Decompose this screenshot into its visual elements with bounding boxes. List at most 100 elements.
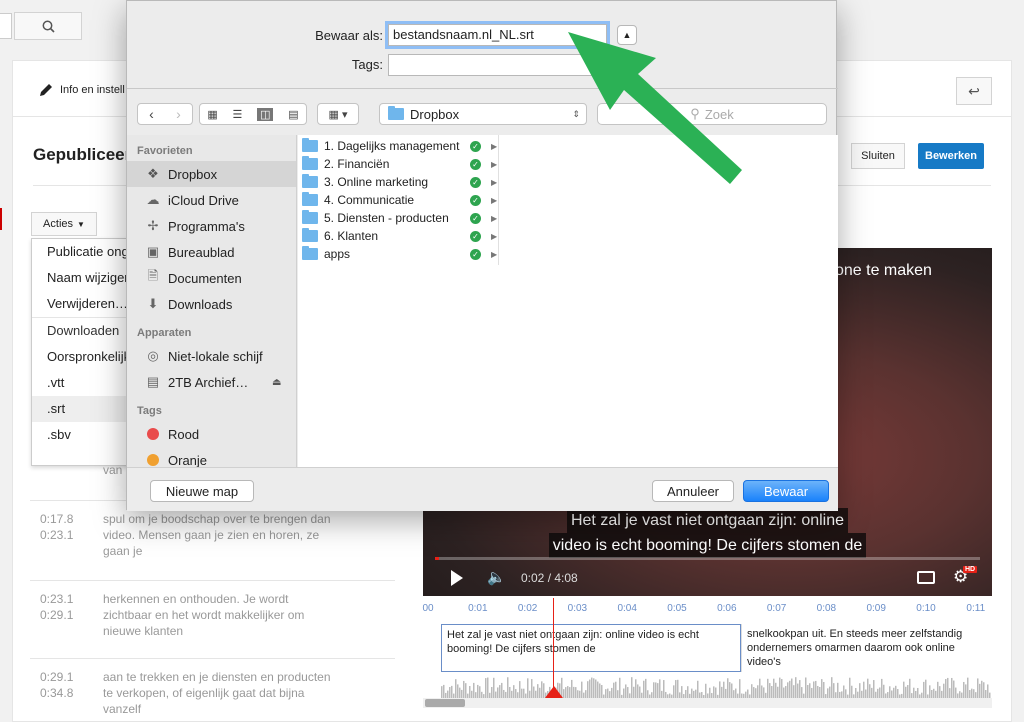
- waveform-bar: [571, 679, 573, 698]
- caption-block[interactable]: snelkookpan uit. En steeds meer zelfstan…: [741, 624, 992, 672]
- waveform-bar: [939, 686, 941, 698]
- subtitles-icon[interactable]: [917, 571, 935, 584]
- menu-item-original[interactable]: Oorspronkelijk: [32, 344, 130, 370]
- disclosure-icon: ▶: [491, 231, 498, 241]
- location-value: Dropbox: [410, 106, 460, 122]
- waveform-bar: [455, 679, 457, 698]
- subtitle-row[interactable]: 0:29.1 0:34.8 aan te trekken en je diens…: [30, 658, 395, 722]
- new-folder-button[interactable]: Nieuwe map: [150, 480, 254, 502]
- waveform-bar: [877, 688, 879, 698]
- waveform-bar: [597, 681, 599, 698]
- list-item[interactable]: apps ✓ ▶: [298, 245, 838, 263]
- sidebar-item-desktop[interactable]: ▣ Bureaublad: [127, 239, 296, 265]
- subtitle-row[interactable]: 0:17.8 0:23.1 spul om je boodschap over …: [30, 500, 395, 580]
- back-button[interactable]: ↩: [956, 77, 992, 105]
- back-chevron-icon[interactable]: ‹: [149, 106, 154, 122]
- waveform-bar: [909, 678, 911, 698]
- search-input[interactable]: [0, 13, 12, 39]
- applications-icon: ✢: [147, 218, 159, 233]
- eject-icon[interactable]: ⏏: [272, 377, 281, 388]
- scrollbar-thumb[interactable]: [425, 699, 465, 707]
- waveform-bar: [965, 684, 967, 698]
- waveform-bar: [485, 678, 487, 698]
- list-view-icon[interactable]: ☰: [232, 108, 242, 121]
- waveform-bar: [579, 690, 581, 698]
- waveform-bar: [443, 684, 445, 698]
- sync-check-icon: ✓: [470, 158, 481, 170]
- waveform-bar: [451, 685, 453, 698]
- waveform-bar: [813, 681, 815, 698]
- waveform-bar: [473, 682, 475, 698]
- waveform-bar: [973, 689, 975, 698]
- caption-timeline[interactable]: 00 0:01 0:02 0:03 0:04 0:05 0:06 0:07 0:08 0:09 0:…: [422, 598, 992, 708]
- sidebar-item-documents[interactable]: 🗎 Documenten: [127, 265, 296, 291]
- subtitle-text: herkennen en onthouden. Je wordt zichtba…: [103, 592, 305, 638]
- sidebar-item-dropbox[interactable]: ❖ Dropbox: [127, 161, 296, 187]
- waveform-bar: [963, 681, 965, 698]
- sidebar-item-tag-orange[interactable]: Oranje: [127, 447, 296, 467]
- volume-icon[interactable]: 🔈: [487, 568, 506, 586]
- caption-block-active[interactable]: Het zal je vast niet ontgaan zijn: onlin…: [441, 624, 741, 672]
- cancel-button[interactable]: Annuleer: [652, 480, 734, 502]
- menu-item-delete[interactable]: Verwijderen…: [32, 291, 130, 317]
- audio-waveform: [441, 677, 991, 698]
- icon-view-icon[interactable]: ▦: [207, 108, 217, 121]
- waveform-bar: [801, 687, 803, 698]
- sidebar-item-downloads[interactable]: ⬇ Downloads: [127, 291, 296, 317]
- edit-button[interactable]: Bewerken: [918, 143, 984, 169]
- sidebar-item-icloud[interactable]: ☁ iCloud Drive: [127, 187, 296, 213]
- waveform-bar: [625, 684, 627, 698]
- list-item[interactable]: 4. Communicatie ✓ ▶: [298, 191, 838, 209]
- download-icon: ⬇: [147, 296, 159, 311]
- waveform-bar: [793, 685, 795, 698]
- sidebar-item-applications[interactable]: ✢ Programma's: [127, 213, 296, 239]
- menu-item-srt[interactable]: .srt: [32, 396, 130, 422]
- waveform-bar: [923, 681, 925, 698]
- waveform-bar: [503, 689, 505, 698]
- search-button[interactable]: [14, 12, 82, 40]
- waveform-bar: [491, 687, 493, 698]
- list-item[interactable]: 6. Klanten ✓ ▶: [298, 227, 838, 245]
- column-view-icon[interactable]: ◫: [257, 107, 274, 121]
- play-icon[interactable]: [451, 570, 463, 586]
- sidebar-item-tag-red[interactable]: Rood: [127, 421, 296, 447]
- coverflow-view-icon[interactable]: ▤: [288, 108, 298, 121]
- menu-item-sbv[interactable]: .sbv: [32, 422, 130, 448]
- sidebar-label: Rood: [168, 426, 200, 442]
- tab-label: Info en instell: [60, 84, 125, 96]
- actions-dropdown[interactable]: Acties ▼: [31, 212, 97, 236]
- sidebar-item-archive[interactable]: ▤ 2TB Archief… ⏏: [127, 369, 296, 395]
- list-item[interactable]: 5. Diensten - producten ✓ ▶: [298, 209, 838, 227]
- file-name: 3. Online marketing: [324, 175, 429, 189]
- hd-badge: HD: [963, 566, 978, 573]
- menu-item-rename[interactable]: Naam wijziger: [32, 265, 130, 291]
- waveform-bar: [881, 678, 883, 698]
- menu-item-publish[interactable]: Publicatie ong: [32, 239, 130, 265]
- waveform-bar: [501, 682, 503, 698]
- waveform-bar: [931, 689, 933, 698]
- subtitle-row[interactable]: 0:23.1 0:29.1 herkennen en onthouden. Je…: [30, 580, 395, 658]
- waveform-bar: [449, 687, 451, 698]
- playhead-handle[interactable]: [545, 686, 563, 698]
- waveform-bar: [823, 682, 825, 698]
- waveform-bar: [709, 687, 711, 698]
- column-divider[interactable]: [498, 135, 499, 265]
- timeline-tick-label: 0:06: [717, 603, 737, 614]
- playhead[interactable]: [553, 598, 554, 696]
- sidebar-item-remote-disk[interactable]: ◎ Niet-lokale schijf: [127, 343, 296, 369]
- save-button[interactable]: Bewaar: [743, 480, 829, 502]
- timeline-scrollbar[interactable]: [423, 698, 992, 708]
- tab-info-settings[interactable]: Info en instell: [38, 82, 125, 98]
- location-select[interactable]: Dropbox ⇕: [379, 103, 587, 125]
- pencil-icon: [40, 84, 52, 96]
- arrange-button[interactable]: ▦ ▾: [317, 103, 359, 125]
- close-button[interactable]: Sluiten: [851, 143, 905, 169]
- waveform-bar: [581, 681, 583, 698]
- waveform-bar: [465, 683, 467, 698]
- sync-check-icon: ✓: [470, 176, 481, 188]
- disclosure-icon: ▶: [491, 141, 498, 151]
- waveform-bar: [605, 689, 607, 698]
- progress-bar[interactable]: [435, 557, 980, 560]
- menu-item-vtt[interactable]: .vtt: [32, 370, 130, 396]
- forward-chevron-icon[interactable]: ›: [176, 106, 181, 122]
